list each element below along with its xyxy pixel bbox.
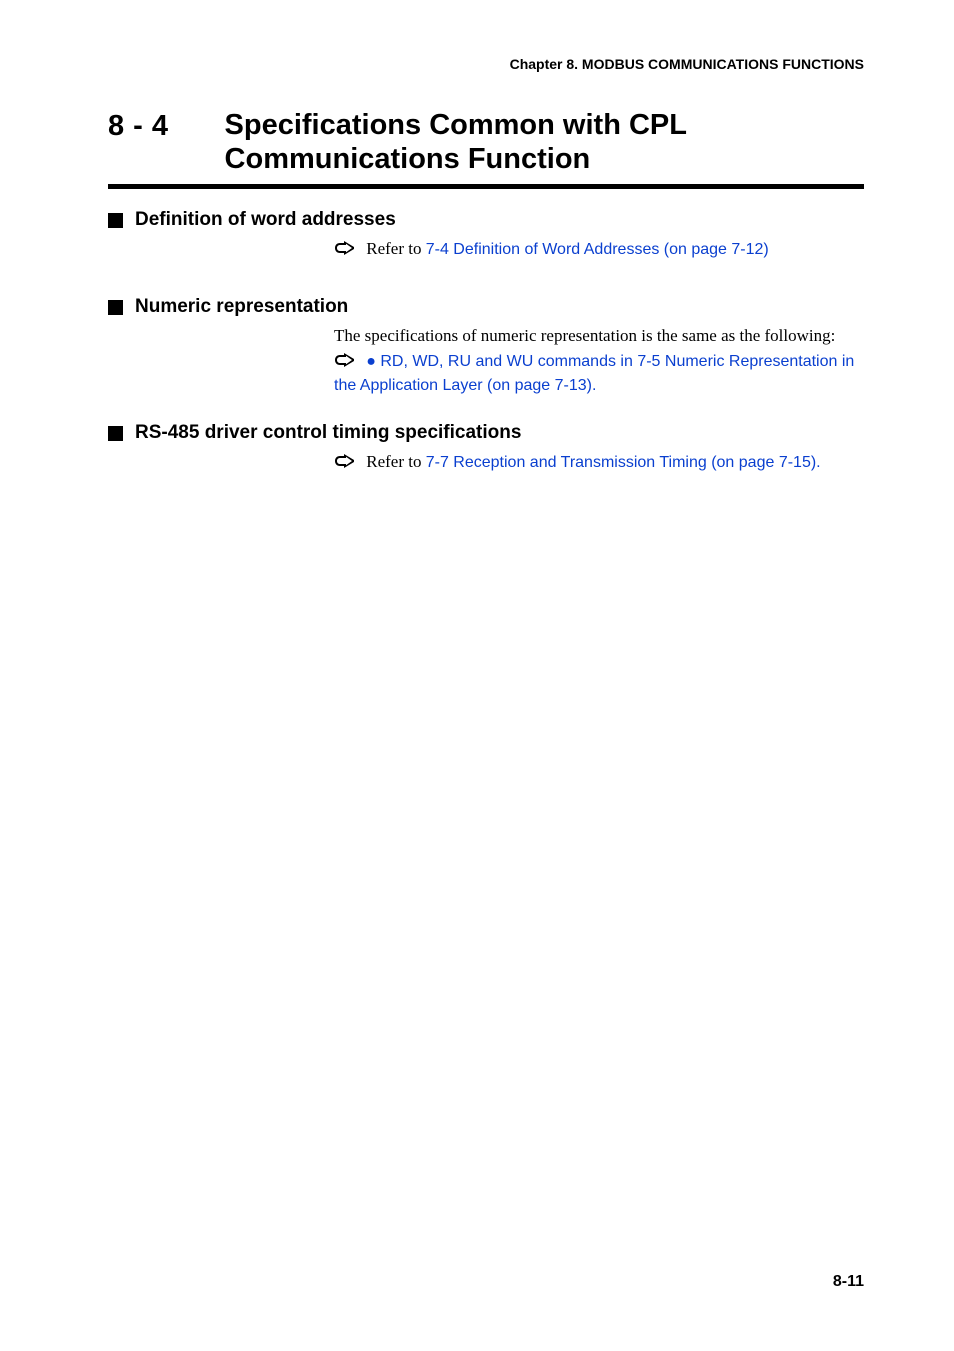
xref-link-7-4[interactable]: 7-4 Definition of Word Addresses (on pag… xyxy=(426,241,769,258)
xref-link-7-5-cont[interactable]: the Application Layer (on page 7-13) xyxy=(334,377,592,394)
sub2-body: The specifications of numeric representa… xyxy=(108,324,864,398)
section-title: Specifications Common with CPL Communica… xyxy=(225,108,687,176)
sub2-body-text: The specifications of numeric representa… xyxy=(334,324,864,349)
subheading-text: RS-485 driver control timing specificati… xyxy=(135,422,521,444)
pointer-icon xyxy=(334,453,356,469)
title-rule xyxy=(108,184,864,189)
refer-to-text: Refer to xyxy=(366,452,425,471)
xref-trailing-period: . xyxy=(816,454,820,471)
bullet-icon: ● xyxy=(366,353,376,370)
running-head: Chapter 8. MODBUS COMMUNICATIONS FUNCTIO… xyxy=(108,56,864,72)
pointer-icon xyxy=(334,352,356,368)
sub1-body: Refer to 7-4 Definition of Word Addresse… xyxy=(108,237,864,262)
section-title-line2: Communications Function xyxy=(225,143,591,175)
xref-link-7-7[interactable]: 7-7 Reception and Transmission Timing (o… xyxy=(426,454,816,471)
section-number: 8 - 4 xyxy=(108,108,169,143)
refer-to-text: Refer to xyxy=(366,239,425,258)
page: Chapter 8. MODBUS COMMUNICATIONS FUNCTIO… xyxy=(0,0,954,1351)
sub3-body: Refer to 7-7 Reception and Transmission … xyxy=(108,450,864,475)
subheading-numeric-representation: Numeric representation xyxy=(108,296,864,318)
square-bullet-icon xyxy=(108,426,123,441)
xref-trailing-period: . xyxy=(592,377,596,394)
pointer-icon xyxy=(334,240,356,256)
xref-text-line1: RD, WD, RU and WU commands in 7-5 Numeri… xyxy=(380,353,854,370)
subheading-rs485-driver-control-timing: RS-485 driver control timing specificati… xyxy=(108,422,864,444)
section-title-row: 8 - 4 Specifications Common with CPL Com… xyxy=(108,108,864,176)
xref-link-7-5[interactable]: ● RD, WD, RU and WU commands in 7-5 Nume… xyxy=(366,353,854,370)
subheading-text: Numeric representation xyxy=(135,296,348,318)
section-title-line1: Specifications Common with CPL xyxy=(225,109,687,141)
subheading-text: Definition of word addresses xyxy=(135,209,396,231)
page-number: 8-11 xyxy=(833,1273,864,1291)
square-bullet-icon xyxy=(108,213,123,228)
subheading-definition-of-word-addresses: Definition of word addresses xyxy=(108,209,864,231)
square-bullet-icon xyxy=(108,300,123,315)
